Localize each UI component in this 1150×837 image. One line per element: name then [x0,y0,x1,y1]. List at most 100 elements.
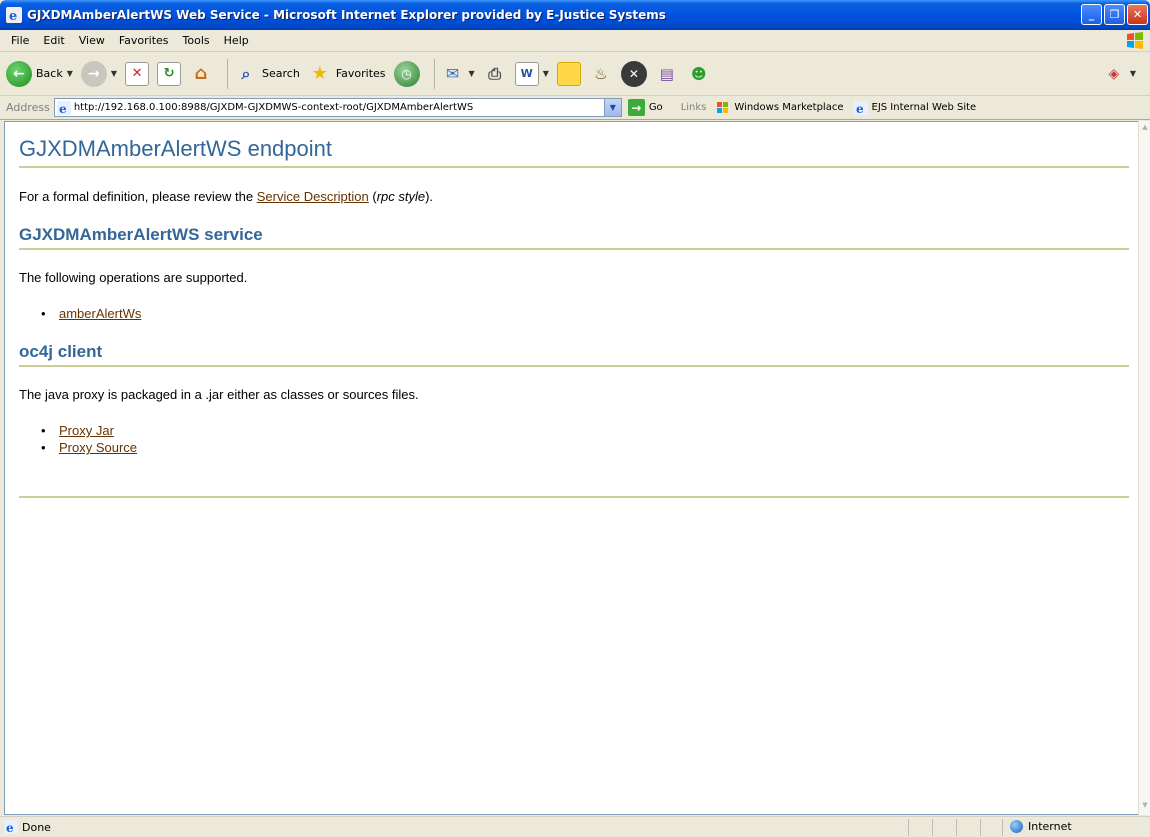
vertical-scrollbar[interactable]: ▲ ▼ [1138,121,1150,815]
list-item: Proxy Source [41,439,1129,456]
list-item: amberAlertWs [41,305,1129,322]
svg-text:e: e [59,102,67,115]
menu-tools[interactable]: Tools [176,34,217,47]
search-button[interactable]: ⌕ Search [234,62,300,86]
go-label: Go [648,102,663,113]
translate-icon: ◈ [1108,65,1120,82]
star-icon: ★ [311,63,328,84]
bottom-divider [19,496,1129,498]
link-label: EJS Internal Web Site [871,102,977,113]
chevron-down-icon[interactable]: ▼ [469,69,475,78]
home-button[interactable]: ⌂ [189,62,213,86]
chevron-down-icon[interactable]: ▼ [111,69,117,78]
favorites-label: Favorites [335,67,386,80]
notes-button[interactable] [556,61,581,86]
research-icon: ▤ [659,64,674,83]
extra-button[interactable]: ◈ ▼ [1102,62,1136,86]
page-icon: e [4,820,18,834]
edit-button[interactable]: W ▼ [514,61,549,86]
messenger-button[interactable]: ☻ [687,62,711,86]
link-windows-marketplace[interactable]: Windows Marketplace [716,101,844,115]
client-links-list: Proxy Jar Proxy Source [19,422,1129,456]
windows-logo-icon [717,101,729,113]
page-content: GJXDMAmberAlertWS endpoint For a formal … [4,121,1140,815]
forward-arrow-icon: → [80,60,107,87]
printer-icon: ⎙ [488,63,502,83]
chevron-down-icon[interactable]: ▼ [1130,69,1136,78]
forward-button[interactable]: → ▼ [80,60,117,87]
status-bar: e Done Internet [0,816,1150,837]
link-ejs-internal[interactable]: e EJS Internal Web Site [853,100,977,115]
intro-suffix: ). [425,189,434,204]
status-text: Done [22,820,51,834]
search-icon: ⌕ [241,63,251,83]
favorites-button[interactable]: ★ Favorites [308,62,386,86]
proxy-jar-link[interactable]: Proxy Jar [59,423,114,438]
go-button[interactable]: → Go [627,99,663,116]
window-title-bar[interactable]: e GJXDMAmberAlertWS Web Service - Micros… [0,0,1150,30]
stop-button[interactable]: ✕ [125,61,150,86]
menu-file[interactable]: File [4,34,36,47]
proxy-source-link[interactable]: Proxy Source [59,440,137,455]
chevron-down-icon[interactable]: ▼ [543,69,549,78]
globe-icon [1010,820,1023,833]
mail-button[interactable]: ✉ ▼ [441,62,475,86]
link-label: Windows Marketplace [734,102,844,113]
page-icon: e [56,100,71,115]
operation-link-amberalertws[interactable]: amberAlertWs [59,306,141,321]
menu-view[interactable]: View [72,34,112,47]
chevron-down-icon[interactable]: ▼ [67,69,73,78]
menu-bar: File Edit View Favorites Tools Help [0,30,1150,52]
status-divider [956,819,957,836]
svg-text:e: e [9,9,17,23]
toolbar-separator [433,58,435,89]
toolbar-separator [227,58,229,89]
print-button[interactable]: ⎙ [483,62,507,86]
close-button[interactable]: ✕ [1127,4,1148,25]
menu-help[interactable]: Help [217,34,256,47]
mail-icon: ✉ [445,64,460,83]
scroll-down-icon[interactable]: ▼ [1140,801,1150,813]
operations-list: amberAlertWs [19,305,1129,322]
rpc-style-text: rpc style [376,189,426,204]
status-divider [1002,819,1003,836]
address-bar: Address e http://192.168.0.100:8988/GJXD… [0,96,1150,120]
maximize-button[interactable]: ❐ [1104,4,1125,25]
intro-prefix: For a formal definition, please review t… [19,189,257,204]
research-button[interactable]: ▤ [655,62,679,86]
java-button[interactable]: ♨ [589,62,613,86]
go-arrow-icon: → [627,99,645,116]
security-zone: Internet [1010,820,1072,833]
back-button[interactable]: ← Back ▼ [6,60,73,87]
operations-text: The following operations are supported. [19,270,248,285]
back-label: Back [36,67,63,80]
home-icon: ⌂ [194,63,208,84]
address-input[interactable]: e http://192.168.0.100:8988/GJXDM-GJXDMW… [53,98,622,117]
intro-paren-open: ( [368,189,377,204]
messenger-icon: ☻ [691,64,707,83]
svg-text:e: e [856,102,864,115]
svg-text:e: e [6,821,14,834]
chevron-down-icon[interactable]: ▼ [603,99,621,116]
zone-label: Internet [1028,820,1072,833]
ie-icon: e [6,7,22,23]
refresh-icon: ↻ [157,61,182,86]
menu-edit[interactable]: Edit [36,34,71,47]
word-icon: W [514,61,539,86]
scroll-up-icon[interactable]: ▲ [1140,123,1150,135]
service-description-link[interactable]: Service Description [257,189,369,204]
back-arrow-icon: ← [6,60,32,87]
status-divider [932,819,933,836]
history-button[interactable]: ◷ [393,60,420,87]
service-heading: GJXDMAmberAlertWS service [19,225,1129,250]
refresh-button[interactable]: ↻ [157,61,182,86]
stop-icon: ✕ [125,61,150,86]
page-icon: e [853,100,868,115]
menu-favorites[interactable]: Favorites [112,34,176,47]
block-icon: ✕ [620,60,647,87]
status-divider [980,819,981,836]
block-button[interactable]: ✕ [620,60,647,87]
links-label: Links [680,102,707,113]
minimize-button[interactable]: _ [1081,4,1102,25]
toolbar: ← Back ▼ → ▼ ✕ ↻ ⌂ ⌕ Search ★ Favorites … [0,52,1150,96]
